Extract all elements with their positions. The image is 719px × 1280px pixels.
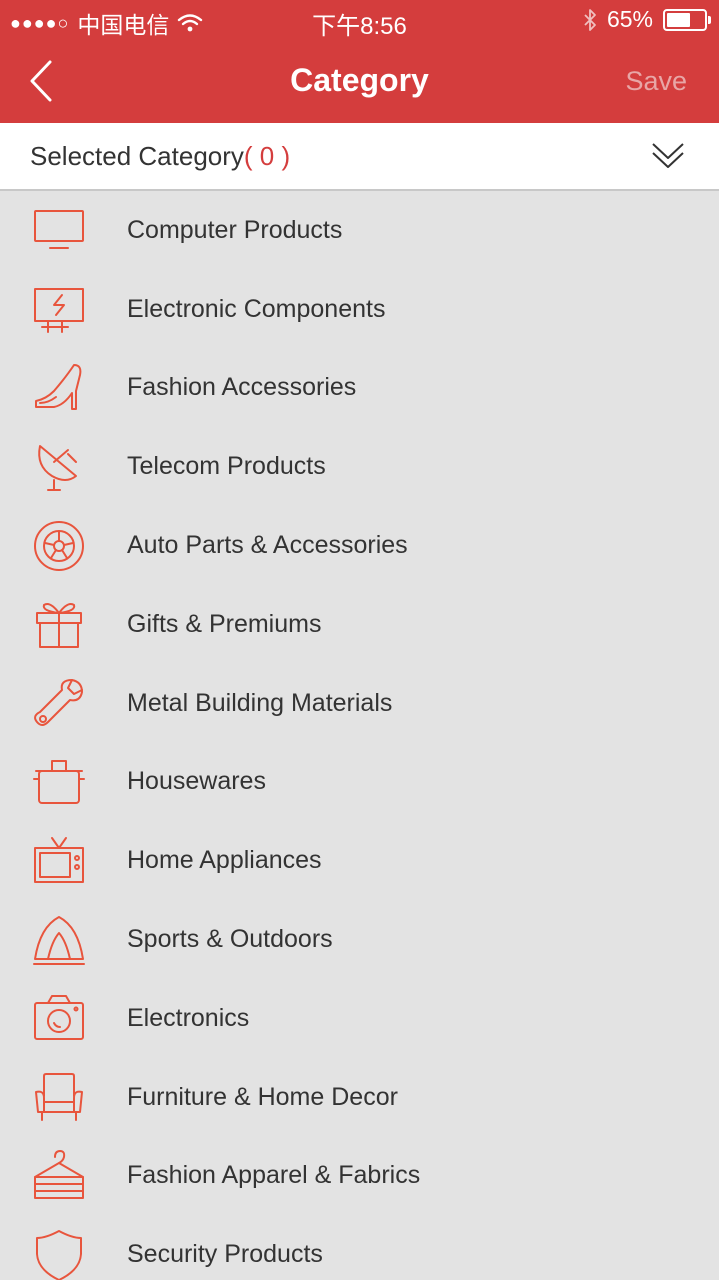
selected-category-bar[interactable]: Selected Category( 0 ) [0, 123, 719, 191]
page-title: Category [290, 62, 429, 98]
category-list: Computer Products Electronic Components … [0, 191, 719, 1280]
category-item-electronic-components[interactable]: Electronic Components [0, 270, 719, 349]
wrench-icon [34, 679, 83, 727]
category-label: Metal Building Materials [127, 688, 393, 717]
nav-bar: Category Save [0, 40, 719, 123]
category-item-housewares[interactable]: Housewares [0, 743, 719, 822]
pot-icon [33, 759, 85, 804]
category-label: Electronics [127, 1003, 250, 1032]
category-label: Home Appliances [127, 846, 322, 875]
category-item-furniture-home-decor[interactable]: Furniture & Home Decor [0, 1058, 719, 1137]
bluetooth-icon [584, 8, 596, 31]
category-item-security-products[interactable]: Security Products [0, 1215, 719, 1280]
category-label: Computer Products [127, 215, 343, 244]
category-label: Telecom Products [127, 452, 326, 481]
category-item-telecom-products[interactable]: Telecom Products [0, 427, 719, 506]
selected-category-label: Selected Category [30, 141, 244, 171]
shield-icon [36, 1229, 82, 1280]
category-item-fashion-apparel-fabrics[interactable]: Fashion Apparel & Fabrics [0, 1137, 719, 1216]
selected-count: ( 0 ) [243, 141, 291, 171]
category-label: Housewares [127, 767, 266, 796]
status-bar: ●●●●○ 中国电信 下午8:56 65% [0, 0, 719, 40]
category-label: Auto Parts & Accessories [127, 531, 408, 560]
category-item-gifts-premiums[interactable]: Gifts & Premiums [0, 585, 719, 664]
category-label: Sports & Outdoors [127, 925, 333, 954]
category-item-fashion-accessories[interactable]: Fashion Accessories [0, 349, 719, 428]
category-item-sports-outdoors[interactable]: Sports & Outdoors [0, 900, 719, 979]
double-chevron-down-icon[interactable] [651, 138, 685, 172]
category-item-electronics[interactable]: Electronics [0, 979, 719, 1058]
battery-percentage: 65% [606, 6, 653, 32]
category-item-home-appliances[interactable]: Home Appliances [0, 821, 719, 900]
category-label: Electronic Components [127, 294, 386, 323]
category-label: Fashion Apparel & Fabrics [127, 1161, 421, 1190]
category-item-auto-parts[interactable]: Auto Parts & Accessories [0, 506, 719, 585]
category-label: Fashion Accessories [127, 373, 357, 402]
app-header: ●●●●○ 中国电信 下午8:56 65% Category Save [0, 0, 719, 123]
clothes-hanger-icon [34, 1149, 84, 1199]
category-item-metal-building-materials[interactable]: Metal Building Materials [0, 664, 719, 743]
satellite-dish-icon [38, 444, 77, 491]
category-label: Gifts & Premiums [127, 609, 322, 638]
gift-icon [36, 603, 82, 649]
category-label: Furniture & Home Decor [127, 1082, 398, 1111]
monitor-icon [34, 210, 84, 250]
battery-level [667, 12, 691, 27]
tv-icon [34, 836, 84, 883]
save-button[interactable]: Save [625, 66, 687, 97]
category-label: Security Products [127, 1240, 323, 1269]
high-heel-icon [35, 363, 82, 410]
armchair-icon [35, 1073, 83, 1122]
tent-icon [33, 915, 85, 965]
camera-icon [34, 995, 84, 1041]
battery-icon [663, 8, 711, 31]
category-item-computer-products[interactable]: Computer Products [0, 191, 719, 270]
wheel-icon [34, 520, 84, 571]
circuit-board-icon [34, 288, 84, 334]
